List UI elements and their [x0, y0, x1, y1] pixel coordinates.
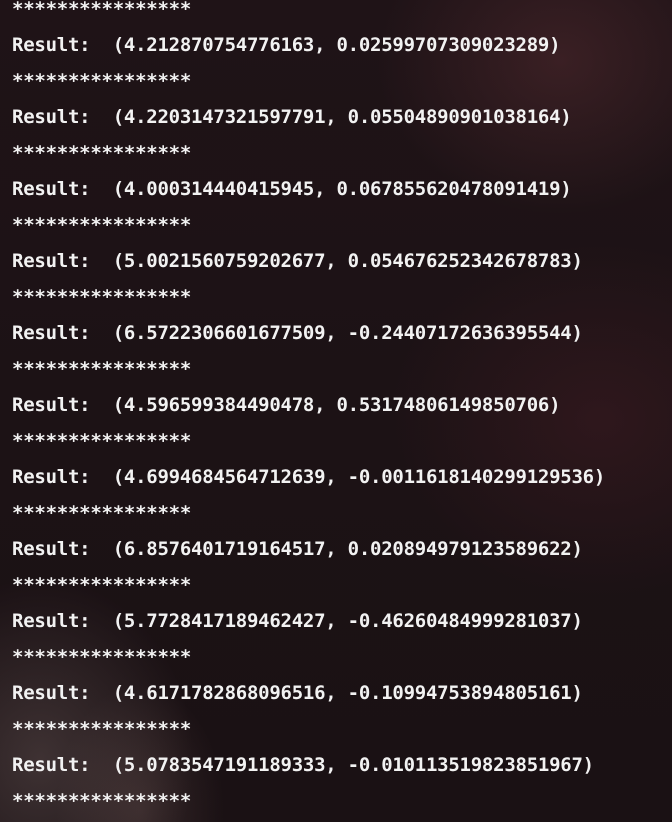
result-line: Result: (6.8576401719164517, 0.020894979…: [12, 538, 583, 560]
result-line: Result: (4.212870754776163, 0.0259970730…: [12, 34, 561, 56]
result-line: Result: (5.7728417189462427, -0.46260484…: [12, 610, 583, 632]
result-line: Result: (5.0021560759202677, 0.054676252…: [12, 250, 583, 272]
separator-line: ****************: [12, 358, 192, 380]
separator-line: ****************: [12, 718, 192, 740]
separator-line: ****************: [12, 646, 192, 668]
result-line: Result: (4.6171782868096516, -0.10994753…: [12, 682, 583, 704]
result-line: Result: (4.2203147321597791, 0.055048909…: [12, 106, 572, 128]
separator-line: ****************: [12, 502, 192, 524]
terminal-window[interactable]: **************** Result: (4.2128707547761…: [0, 0, 672, 822]
result-line: Result: (4.596599384490478, 0.5317480614…: [12, 394, 561, 416]
terminal-output: **************** Result: (4.2128707547761…: [12, 0, 605, 819]
separator-line: ****************: [12, 430, 192, 452]
result-line: Result: (4.000314440415945, 0.0678556204…: [12, 178, 572, 200]
separator-line: ****************: [12, 142, 192, 164]
result-line: Result: (6.5722306601677509, -0.24407172…: [12, 322, 583, 344]
result-line: Result: (5.0783547191189333, -0.01011351…: [12, 754, 594, 776]
separator-line: ****************: [12, 0, 192, 20]
separator-line: ****************: [12, 214, 192, 236]
separator-line: ****************: [12, 286, 192, 308]
separator-line: ****************: [12, 574, 192, 596]
result-line: Result: (4.6994684564712639, -0.00116181…: [12, 466, 606, 488]
separator-line: ****************: [12, 70, 192, 92]
separator-line: ****************: [12, 790, 192, 812]
